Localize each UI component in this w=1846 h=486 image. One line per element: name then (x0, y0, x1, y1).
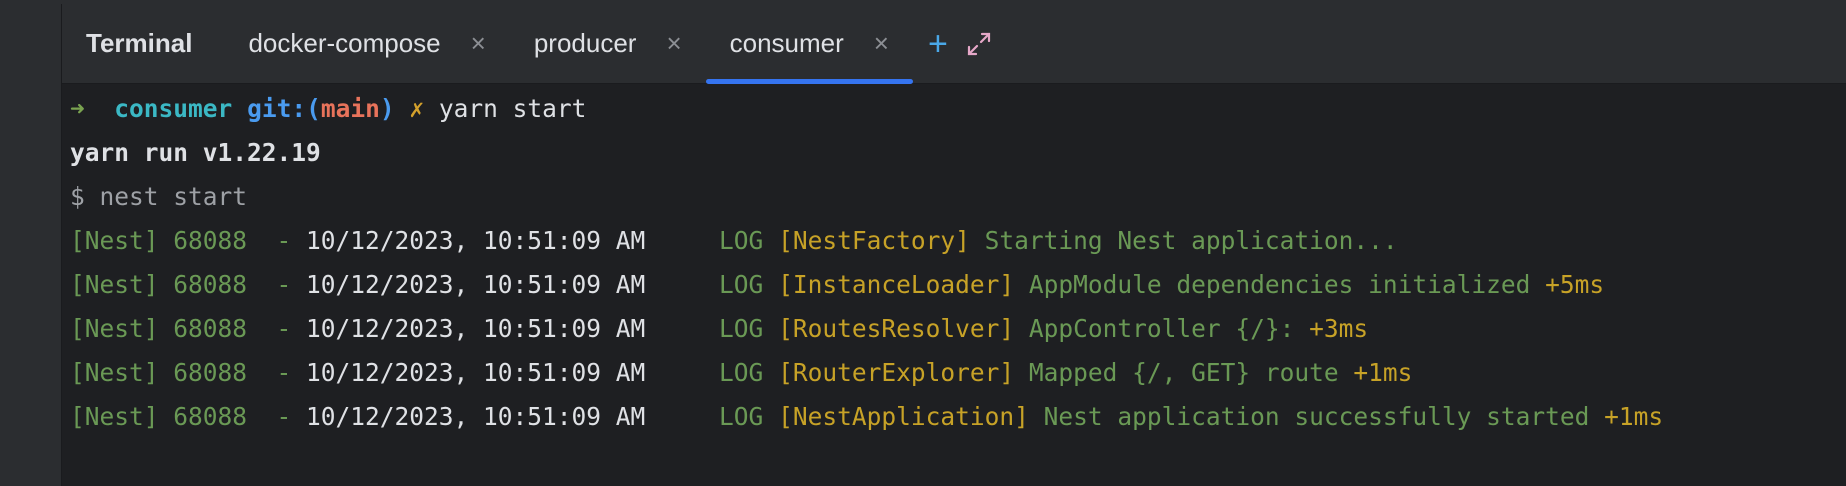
dirty-mark: ✗ (409, 94, 425, 123)
log-message: AppModule dependencies initialized (1028, 270, 1531, 299)
log-prefix: [Nest] 68088 - (70, 358, 307, 387)
yarn-version-line: yarn run v1.22.19 (70, 138, 321, 167)
prompt-directory: consumer (114, 94, 233, 123)
tab-consumer[interactable]: consumer × (705, 4, 914, 84)
log-context: [InstanceLoader] (778, 270, 1015, 299)
tab-label: docker-compose (248, 28, 441, 58)
log-message: Starting Nest application... (984, 226, 1398, 255)
log-time: 10/12/2023, 10:51:09 AM (306, 402, 646, 431)
expand-icon (967, 32, 991, 55)
log-line: [Nest] 68088 - 10/12/2023, 10:51:09 AM L… (70, 307, 1846, 351)
log-context: [RouterExplorer] (778, 358, 1015, 387)
log-context: [RoutesResolver] (778, 314, 1015, 343)
log-level: LOG (719, 270, 764, 299)
log-time: 10/12/2023, 10:51:09 AM (306, 314, 646, 343)
log-duration: +5ms (1545, 270, 1605, 299)
log-message: Nest application successfully started (1043, 402, 1590, 431)
log-time: 10/12/2023, 10:51:09 AM (306, 358, 646, 387)
log-prefix: [Nest] 68088 - (70, 402, 307, 431)
log-time: 10/12/2023, 10:51:09 AM (306, 226, 646, 255)
command-echo-line: $ nest start (70, 182, 248, 211)
terminal-window: Terminal docker-compose × producer × con… (0, 0, 1846, 486)
log-duration: +1ms (1604, 402, 1664, 431)
close-icon[interactable]: × (666, 28, 681, 59)
tab-docker-compose[interactable]: docker-compose × (248, 4, 509, 84)
maximize-button[interactable] (959, 24, 999, 64)
log-duration: +1ms (1353, 358, 1413, 387)
close-icon[interactable]: × (874, 28, 889, 59)
log-level: LOG (719, 314, 764, 343)
terminal-tab-bar: Terminal docker-compose × producer × con… (62, 4, 1846, 84)
log-line: [Nest] 68088 - 10/12/2023, 10:51:09 AM L… (70, 351, 1846, 395)
git-branch: main (320, 94, 380, 123)
log-message: Mapped {/, GET} route (1028, 358, 1339, 387)
log-context: [NestApplication] (778, 402, 1029, 431)
terminal-output[interactable]: ➜ consumer git:(main) ✗ yarn start yarn … (70, 87, 1846, 486)
log-level: LOG (719, 402, 764, 431)
git-suffix: ) (379, 94, 395, 123)
log-level: LOG (719, 358, 764, 387)
tab-label: producer (533, 28, 637, 58)
left-tool-strip (0, 0, 62, 486)
log-level: LOG (719, 226, 764, 255)
close-icon[interactable]: × (471, 28, 486, 59)
prompt-line: ➜ consumer git:(main) ✗ yarn start (70, 87, 1846, 131)
log-prefix: [Nest] 68088 - (70, 314, 307, 343)
plus-icon: + (928, 24, 948, 63)
tool-window-title: Terminal (86, 28, 193, 58)
log-line: [Nest] 68088 - 10/12/2023, 10:51:09 AM L… (70, 219, 1846, 263)
tab-producer[interactable]: producer × (510, 4, 706, 84)
log-time: 10/12/2023, 10:51:09 AM (306, 270, 646, 299)
log-prefix: [Nest] 68088 - (70, 226, 307, 255)
log-line: [Nest] 68088 - 10/12/2023, 10:51:09 AM L… (70, 395, 1846, 439)
tab-group: docker-compose × producer × consumer × (248, 4, 914, 84)
log-prefix: [Nest] 68088 - (70, 270, 307, 299)
prompt-command: yarn start (438, 94, 587, 123)
log-context: [NestFactory] (778, 226, 970, 255)
log-duration: +3ms (1309, 314, 1369, 343)
prompt-arrow: ➜ (70, 94, 85, 123)
new-tab-button[interactable]: + (913, 24, 953, 64)
tab-label: consumer (729, 28, 844, 58)
git-prefix: git:( (247, 94, 321, 123)
log-line: [Nest] 68088 - 10/12/2023, 10:51:09 AM L… (70, 263, 1846, 307)
log-message: AppController {/}: (1028, 314, 1295, 343)
